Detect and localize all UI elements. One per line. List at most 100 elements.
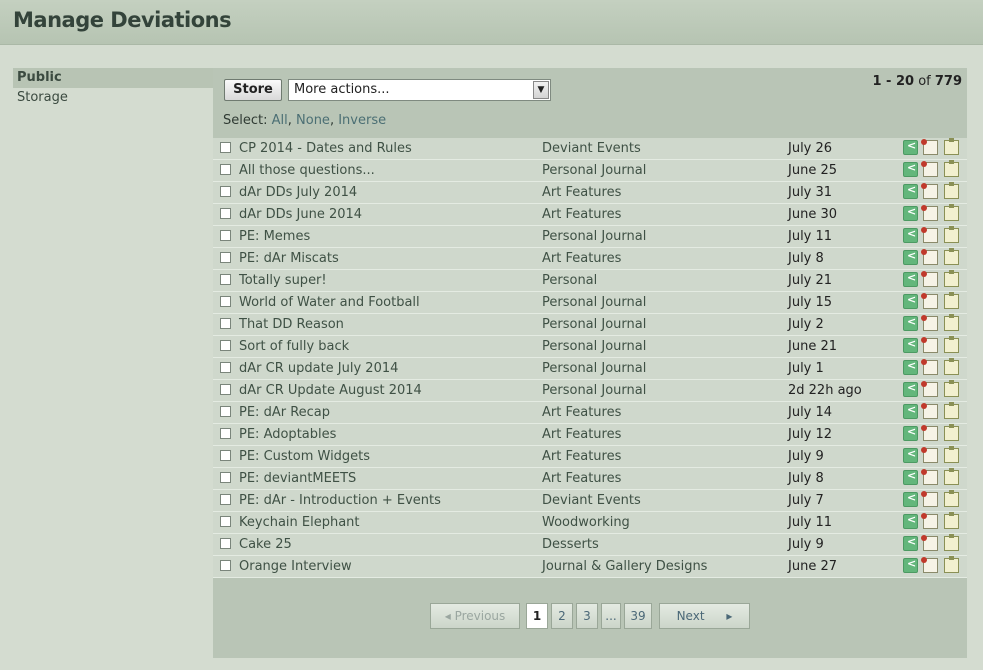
deviation-title-link[interactable]: PE: deviantMEETS [239, 471, 356, 486]
store-button[interactable]: Store [224, 79, 282, 101]
deviation-title-link[interactable]: Cake 25 [239, 537, 292, 552]
deviation-category-link[interactable]: Deviant Events [542, 141, 641, 156]
deviation-title-link[interactable]: PE: dAr Miscats [239, 251, 339, 266]
deviation-title-link[interactable]: dAr DDs July 2014 [239, 185, 357, 200]
deviation-category-link[interactable]: Personal Journal [542, 163, 646, 178]
row-checkbox[interactable] [220, 516, 231, 527]
page-button-2[interactable]: 2 [551, 603, 573, 629]
clipboard-icon[interactable] [944, 270, 959, 287]
share-icon[interactable] [903, 139, 918, 155]
clipboard-icon[interactable] [944, 490, 959, 507]
deviation-category-link[interactable]: Art Features [542, 405, 621, 420]
row-checkbox[interactable] [220, 538, 231, 549]
deviation-category-link[interactable]: Personal Journal [542, 229, 646, 244]
deviation-category-link[interactable]: Art Features [542, 449, 621, 464]
deviation-title-link[interactable]: dAr DDs June 2014 [239, 207, 362, 222]
share-icon[interactable] [903, 447, 918, 463]
share-icon[interactable] [903, 271, 918, 287]
select-none-link[interactable]: None [296, 113, 330, 128]
row-checkbox[interactable] [220, 406, 231, 417]
deviation-title-link[interactable]: PE: Custom Widgets [239, 449, 370, 464]
dropdown-arrow-icon[interactable]: ▼ [533, 81, 549, 99]
deviation-title-link[interactable]: PE: Memes [239, 229, 310, 244]
deviation-title-link[interactable]: PE: dAr - Introduction + Events [239, 493, 441, 508]
clipboard-icon[interactable] [944, 424, 959, 441]
select-all-link[interactable]: All [272, 113, 288, 128]
share-icon[interactable] [903, 403, 918, 419]
pinned-note-icon[interactable] [921, 205, 938, 221]
share-icon[interactable] [903, 205, 918, 221]
pinned-note-icon[interactable] [921, 491, 938, 507]
page-button-3[interactable]: 3 [576, 603, 598, 629]
clipboard-icon[interactable] [944, 336, 959, 353]
deviation-category-link[interactable]: Personal Journal [542, 339, 646, 354]
sidebar-item-public[interactable]: Public [13, 68, 213, 88]
clipboard-icon[interactable] [944, 160, 959, 177]
share-icon[interactable] [903, 469, 918, 485]
page-button-39[interactable]: 39 [624, 603, 652, 629]
deviation-category-link[interactable]: Woodworking [542, 515, 630, 530]
deviation-category-link[interactable]: Journal & Gallery Designs [542, 559, 707, 574]
pinned-note-icon[interactable] [921, 381, 938, 397]
row-checkbox[interactable] [220, 296, 231, 307]
share-icon[interactable] [903, 557, 918, 573]
pinned-note-icon[interactable] [921, 271, 938, 287]
row-checkbox[interactable] [220, 318, 231, 329]
previous-page-button[interactable]: ◂ Previous [430, 603, 520, 629]
row-checkbox[interactable] [220, 340, 231, 351]
deviation-title-link[interactable]: World of Water and Football [239, 295, 420, 310]
row-checkbox[interactable] [220, 428, 231, 439]
pinned-note-icon[interactable] [921, 249, 938, 265]
pinned-note-icon[interactable] [921, 447, 938, 463]
page-button-1[interactable]: 1 [526, 603, 548, 629]
share-icon[interactable] [903, 227, 918, 243]
clipboard-icon[interactable] [944, 534, 959, 551]
share-icon[interactable] [903, 293, 918, 309]
row-checkbox[interactable] [220, 362, 231, 373]
row-checkbox[interactable] [220, 560, 231, 571]
row-checkbox[interactable] [220, 164, 231, 175]
pinned-note-icon[interactable] [921, 315, 938, 331]
share-icon[interactable] [903, 249, 918, 265]
clipboard-icon[interactable] [944, 226, 959, 243]
deviation-title-link[interactable]: PE: dAr Recap [239, 405, 330, 420]
share-icon[interactable] [903, 337, 918, 353]
pinned-note-icon[interactable] [921, 183, 938, 199]
deviation-category-link[interactable]: Art Features [542, 427, 621, 442]
clipboard-icon[interactable] [944, 204, 959, 221]
clipboard-icon[interactable] [944, 248, 959, 265]
clipboard-icon[interactable] [944, 446, 959, 463]
deviation-category-link[interactable]: Art Features [542, 471, 621, 486]
deviation-category-link[interactable]: Desserts [542, 537, 599, 552]
clipboard-icon[interactable] [944, 292, 959, 309]
clipboard-icon[interactable] [944, 556, 959, 573]
deviation-title-link[interactable]: Sort of fully back [239, 339, 349, 354]
clipboard-icon[interactable] [944, 512, 959, 529]
row-checkbox[interactable] [220, 142, 231, 153]
share-icon[interactable] [903, 425, 918, 441]
deviation-title-link[interactable]: PE: Adoptables [239, 427, 336, 442]
deviation-category-link[interactable]: Personal [542, 273, 597, 288]
share-icon[interactable] [903, 513, 918, 529]
row-checkbox[interactable] [220, 274, 231, 285]
row-checkbox[interactable] [220, 384, 231, 395]
share-icon[interactable] [903, 359, 918, 375]
share-icon[interactable] [903, 535, 918, 551]
clipboard-icon[interactable] [944, 402, 959, 419]
deviation-title-link[interactable]: CP 2014 - Dates and Rules [239, 141, 412, 156]
row-checkbox[interactable] [220, 472, 231, 483]
deviation-category-link[interactable]: Deviant Events [542, 493, 641, 508]
clipboard-icon[interactable] [944, 314, 959, 331]
row-checkbox[interactable] [220, 450, 231, 461]
deviation-category-link[interactable]: Personal Journal [542, 317, 646, 332]
pinned-note-icon[interactable] [921, 161, 938, 177]
sidebar-item-storage[interactable]: Storage [13, 88, 213, 108]
share-icon[interactable] [903, 315, 918, 331]
row-checkbox[interactable] [220, 230, 231, 241]
pinned-note-icon[interactable] [921, 359, 938, 375]
pinned-note-icon[interactable] [921, 227, 938, 243]
deviation-category-link[interactable]: Art Features [542, 207, 621, 222]
deviation-title-link[interactable]: All those questions... [239, 163, 375, 178]
deviation-title-link[interactable]: Keychain Elephant [239, 515, 360, 530]
clipboard-icon[interactable] [944, 358, 959, 375]
